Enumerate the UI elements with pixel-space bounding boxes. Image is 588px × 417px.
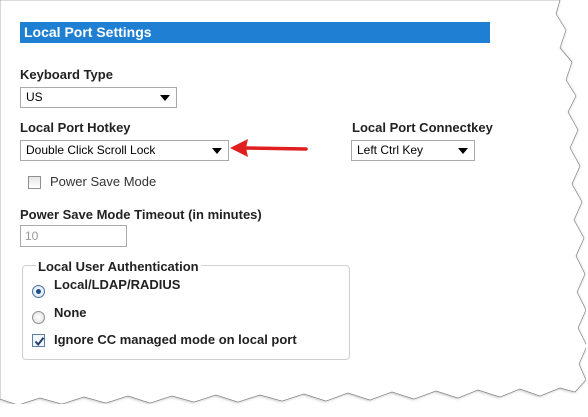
local-port-hotkey-select[interactable]: Double Click Scroll Lock xyxy=(20,140,229,161)
power-save-timeout-label: Power Save Mode Timeout (in minutes) xyxy=(20,207,262,222)
local-port-connectkey-value: Left Ctrl Key xyxy=(357,143,424,157)
keyboard-type-label: Keyboard Type xyxy=(20,67,113,82)
local-port-hotkey-label: Local Port Hotkey xyxy=(20,120,131,135)
section-title: Local Port Settings xyxy=(24,24,152,40)
local-port-hotkey-value: Double Click Scroll Lock xyxy=(26,143,156,157)
ignore-cc-checkbox[interactable] xyxy=(32,334,45,347)
checkmark-icon xyxy=(34,337,45,347)
chevron-down-icon xyxy=(458,148,468,154)
local-port-connectkey-label: Local Port Connectkey xyxy=(352,120,493,135)
local-user-auth-legend: Local User Authentication xyxy=(36,259,201,274)
auth-option-label: Local/LDAP/RADIUS xyxy=(54,277,181,292)
annotation-arrow-icon xyxy=(230,139,308,157)
auth-radio-local-ldap-radius[interactable] xyxy=(32,285,45,298)
chevron-down-icon xyxy=(160,95,170,101)
section-header: Local Port Settings xyxy=(20,22,490,43)
power-save-timeout-value: 10 xyxy=(25,229,39,243)
power-save-mode-label: Power Save Mode xyxy=(50,174,157,189)
power-save-mode-checkbox[interactable] xyxy=(28,176,41,189)
auth-radio-none[interactable] xyxy=(32,311,45,324)
ignore-cc-label: Ignore CC managed mode on local port xyxy=(54,332,297,347)
keyboard-type-value: US xyxy=(26,90,43,104)
keyboard-type-select[interactable]: US xyxy=(20,87,177,108)
chevron-down-icon xyxy=(212,148,222,154)
auth-option-label: None xyxy=(54,305,87,320)
power-save-timeout-input[interactable]: 10 xyxy=(20,225,127,247)
local-port-connectkey-select[interactable]: Left Ctrl Key xyxy=(351,140,475,161)
